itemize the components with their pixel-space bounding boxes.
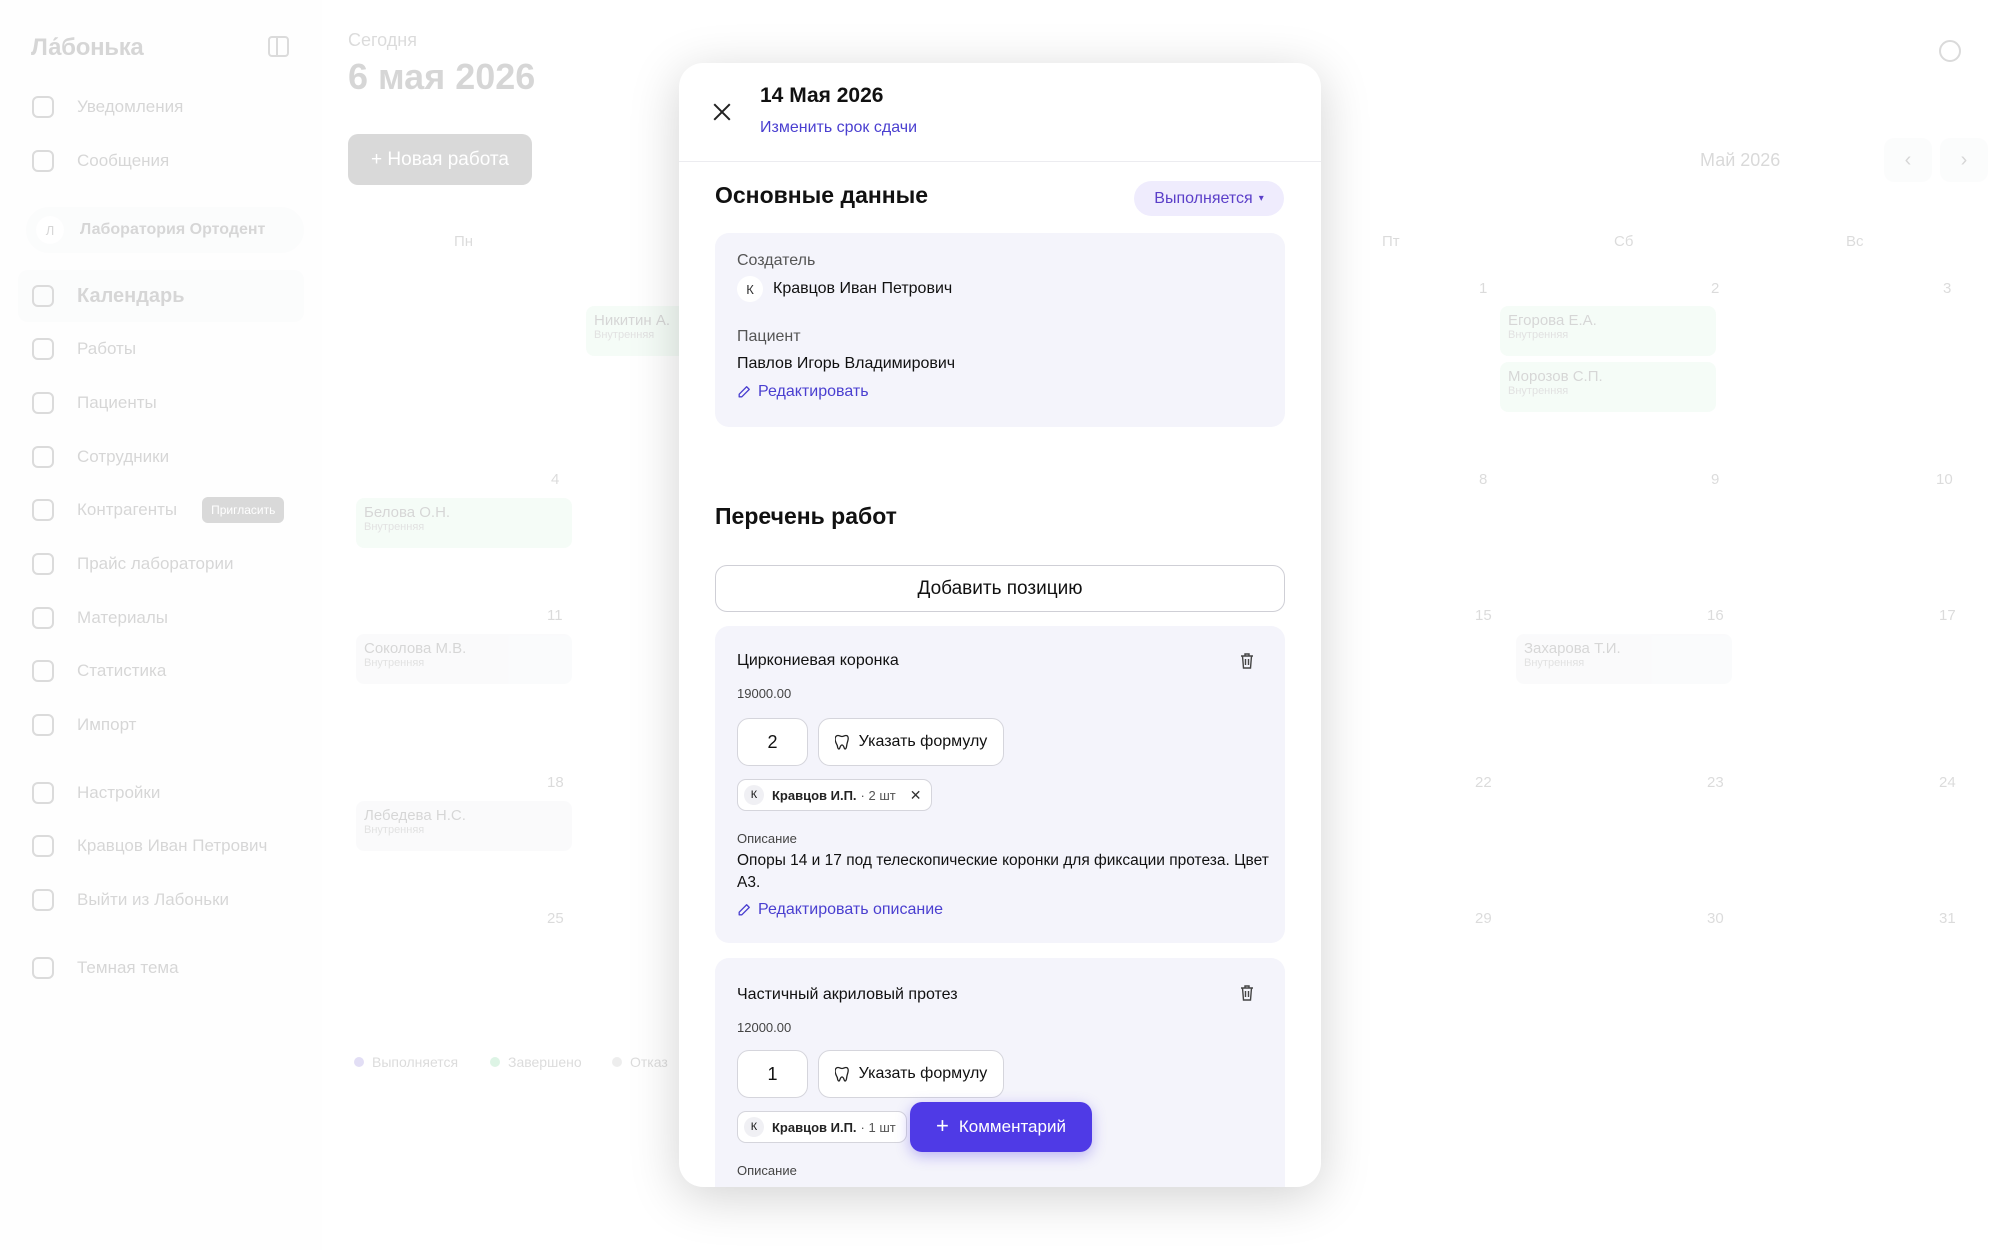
basic-data-card: Создатель К Кравцов Иван Петрович Пациен… <box>715 233 1285 427</box>
comment-label: Комментарий <box>958 1117 1066 1136</box>
tooth-icon <box>834 734 849 750</box>
assignee-qty: · 1 шт <box>860 1119 896 1135</box>
formula-label: Указать формулу <box>858 733 988 750</box>
item-name: Циркониевая коронка <box>737 652 899 669</box>
edit-link[interactable]: Редактировать <box>737 383 869 401</box>
trash-icon[interactable] <box>1239 652 1255 670</box>
assignee-name: Кравцов И.П. <box>772 787 857 803</box>
modal-header: 14 Мая 2026 Изменить срок сдачи <box>679 63 1321 162</box>
trash-icon[interactable] <box>1239 984 1255 1002</box>
quantity-input[interactable]: 1 <box>737 1050 808 1098</box>
works-list-title: Перечень работ <box>715 503 897 529</box>
work-details-modal: 14 Мая 2026 Изменить срок сдачи Основные… <box>679 63 1321 1187</box>
assignee-name: Кравцов И.П. <box>772 1119 857 1135</box>
close-icon[interactable] <box>713 103 731 121</box>
specify-formula-button[interactable]: Указать формулу <box>818 1050 1004 1098</box>
specify-formula-button[interactable]: Указать формулу <box>818 718 1004 766</box>
change-deadline-link[interactable]: Изменить срок сдачи <box>760 119 917 137</box>
assignee-avatar: К <box>744 1117 764 1137</box>
item-price: 19000.00 <box>737 686 792 701</box>
item-price: 12000.00 <box>737 1020 792 1035</box>
description-label: Описание <box>737 831 797 846</box>
patient-name: Павлов Игорь Владимирович <box>737 355 956 372</box>
creator-label: Создатель <box>737 252 816 269</box>
assignee-chip: К Кравцов И.П. · 2 шт ✕ <box>737 779 933 811</box>
add-comment-button[interactable]: + Комментарий <box>910 1102 1092 1152</box>
item-name: Частичный акриловый протез <box>737 986 958 1003</box>
basic-data-title: Основные данные <box>715 182 929 208</box>
assignee-chip: К Кравцов И.П. · 1 шт <box>737 1111 907 1143</box>
add-position-button[interactable]: Добавить позицию <box>715 565 1285 612</box>
assignee-avatar: К <box>744 785 764 805</box>
formula-label: Указать формулу <box>858 1065 988 1082</box>
remove-assignee-icon[interactable]: ✕ <box>910 787 922 804</box>
edit-description-label: Редактировать описание <box>758 901 944 918</box>
edit-description-link[interactable]: Редактировать описание <box>737 901 943 919</box>
status-label: Выполняется <box>1154 189 1253 207</box>
status-dropdown[interactable]: Выполняется ▾ <box>1134 181 1284 216</box>
creator-name: Кравцов Иван Петрович <box>773 280 953 297</box>
work-item-card: Циркониевая коронка 19000.00 2 Указать ф… <box>715 626 1285 943</box>
description-label: Описание <box>737 1163 797 1178</box>
edit-link-label: Редактировать <box>758 383 869 400</box>
plus-icon: + <box>936 1113 949 1138</box>
chevron-down-icon: ▾ <box>1258 193 1264 204</box>
tooth-icon <box>834 1066 849 1082</box>
assignee-qty: · 2 шт <box>860 787 896 803</box>
description-text: Опоры 14 и 17 под телескопические коронк… <box>737 852 1269 891</box>
patient-label: Пациент <box>737 328 801 345</box>
quantity-input[interactable]: 2 <box>737 718 808 766</box>
pencil-icon <box>738 904 750 916</box>
work-item-card: Частичный акриловый протез 12000.00 1 Ук… <box>715 958 1285 1187</box>
modal-date: 14 Мая 2026 <box>760 84 884 107</box>
creator-avatar: К <box>737 276 763 302</box>
pencil-icon <box>738 386 750 398</box>
